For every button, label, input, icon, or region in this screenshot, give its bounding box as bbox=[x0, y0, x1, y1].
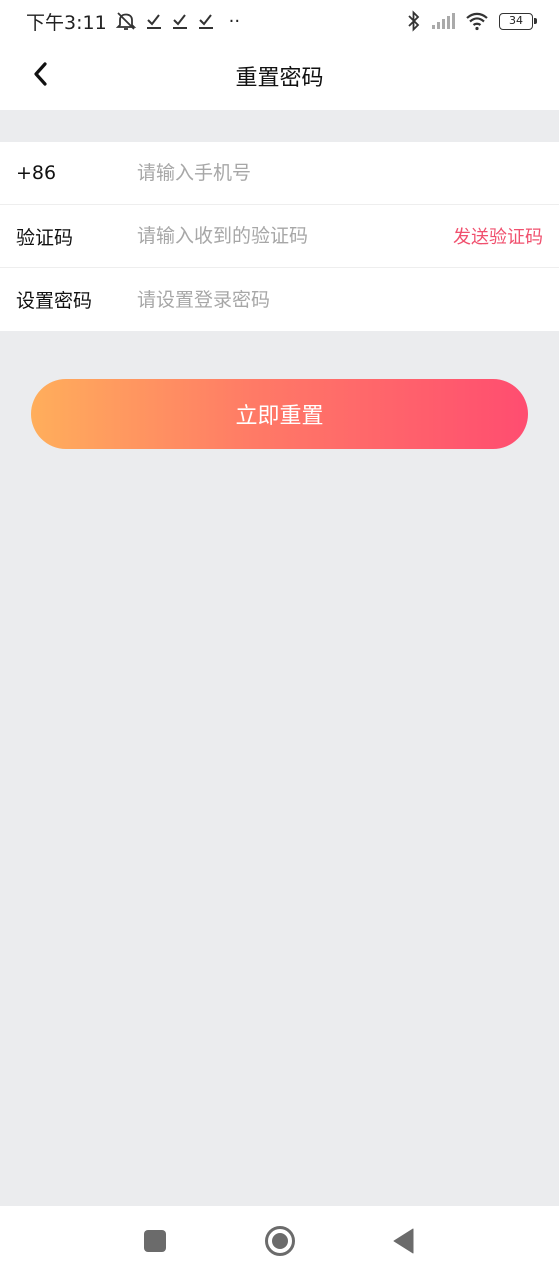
reset-form: +86 验证码 发送验证码 设置密码 bbox=[0, 142, 559, 331]
phone-input[interactable] bbox=[137, 162, 543, 184]
password-input[interactable] bbox=[137, 288, 543, 311]
recent-apps-icon bbox=[144, 1230, 166, 1256]
recent-apps-button[interactable] bbox=[140, 1228, 170, 1258]
mute-bell-icon bbox=[115, 11, 137, 31]
signal-icon bbox=[431, 12, 455, 30]
status-time: 下午3:11 bbox=[26, 11, 107, 34]
screen: 下午3:11 ·· 34 重置密码 +86 请输入手机号 验证码 请输入收到的验… bbox=[0, 0, 559, 1280]
back-button[interactable] bbox=[20, 56, 60, 96]
check-icon bbox=[145, 12, 163, 30]
system-back-button[interactable] bbox=[389, 1228, 419, 1258]
password-row: 设置密码 bbox=[0, 268, 559, 331]
password-label: 设置密码 bbox=[16, 290, 93, 312]
phone-row: +86 bbox=[0, 142, 559, 205]
check-icon bbox=[197, 12, 215, 30]
wifi-icon bbox=[465, 11, 489, 31]
status-dots: ·· bbox=[228, 10, 241, 32]
home-icon bbox=[264, 1225, 296, 1261]
chevron-left-icon bbox=[31, 61, 49, 91]
battery-level: 34 bbox=[509, 13, 523, 27]
status-left: 下午3:11 ·· bbox=[26, 8, 240, 35]
code-row: 验证码 发送验证码 bbox=[0, 205, 559, 268]
send-code-button[interactable]: 发送验证码 bbox=[453, 223, 543, 249]
reset-now-button[interactable]: 立即重置 bbox=[31, 379, 528, 449]
nav-bar: 重置密码 bbox=[0, 42, 559, 110]
code-label: 验证码 bbox=[16, 226, 74, 249]
battery-icon: 34 bbox=[499, 12, 537, 30]
status-right: 34 bbox=[407, 10, 537, 32]
page-title: 重置密码 bbox=[235, 66, 324, 91]
check-icon bbox=[171, 12, 189, 30]
bluetooth-icon bbox=[407, 10, 421, 32]
back-triangle-icon bbox=[392, 1228, 416, 1258]
status-bar: 下午3:11 ·· 34 bbox=[0, 0, 559, 42]
phone-country-code: +86 bbox=[16, 162, 57, 184]
system-nav-bar bbox=[0, 1206, 559, 1280]
home-button[interactable] bbox=[264, 1225, 296, 1261]
